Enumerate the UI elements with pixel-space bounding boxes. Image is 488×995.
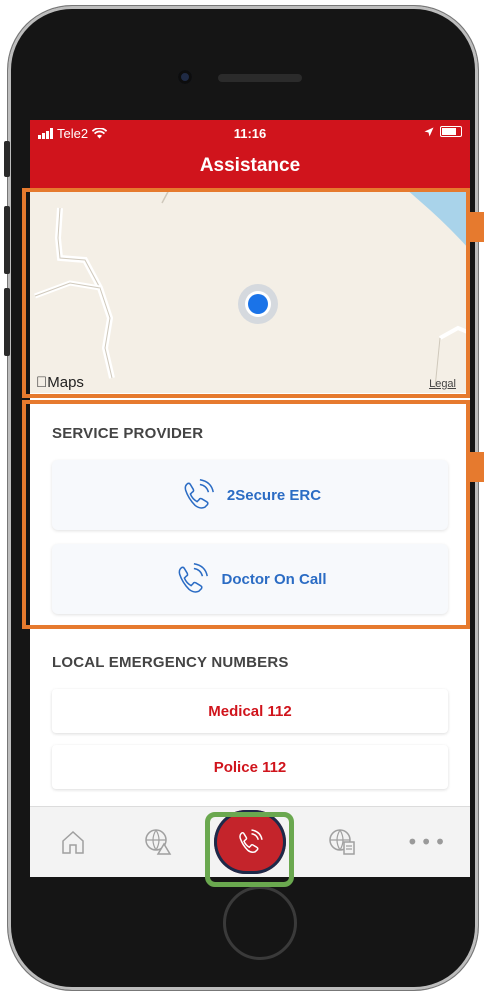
service-provider-highlight-box xyxy=(22,400,470,629)
mute-switch xyxy=(4,141,10,177)
tab-more[interactable]: ••• xyxy=(397,812,457,872)
emergency-police-button[interactable]: Police 112 xyxy=(52,745,448,789)
status-bar: Tele2 11:16 xyxy=(30,120,470,147)
location-arrow-icon xyxy=(424,127,434,136)
battery-icon xyxy=(440,126,462,137)
home-button[interactable] xyxy=(223,886,297,960)
globe-document-icon xyxy=(328,829,355,855)
clock: 11:16 xyxy=(233,126,267,141)
tab-home[interactable] xyxy=(43,812,103,872)
section-title-local-emergency: LOCAL EMERGENCY NUMBERS xyxy=(52,654,289,671)
more-icon: ••• xyxy=(406,830,448,854)
volume-down-button xyxy=(4,288,10,356)
tab-travel-alerts[interactable] xyxy=(128,812,188,872)
map-highlight-box xyxy=(22,188,470,398)
local-emergency-section: LOCAL EMERGENCY NUMBERS Medical 112 Poli… xyxy=(30,614,470,789)
tab-country-info[interactable] xyxy=(312,812,372,872)
earpiece-speaker xyxy=(218,74,302,82)
page-title: Assistance xyxy=(30,147,470,188)
service-provider-highlight-tab xyxy=(470,452,484,482)
globe-alert-icon xyxy=(145,829,172,855)
home-icon xyxy=(62,830,84,854)
emergency-medical-button[interactable]: Medical 112 xyxy=(52,689,448,733)
map-highlight-tab xyxy=(470,212,484,242)
front-camera xyxy=(178,70,192,84)
volume-up-button xyxy=(4,206,10,274)
assistance-tab-highlight-box xyxy=(205,812,294,887)
